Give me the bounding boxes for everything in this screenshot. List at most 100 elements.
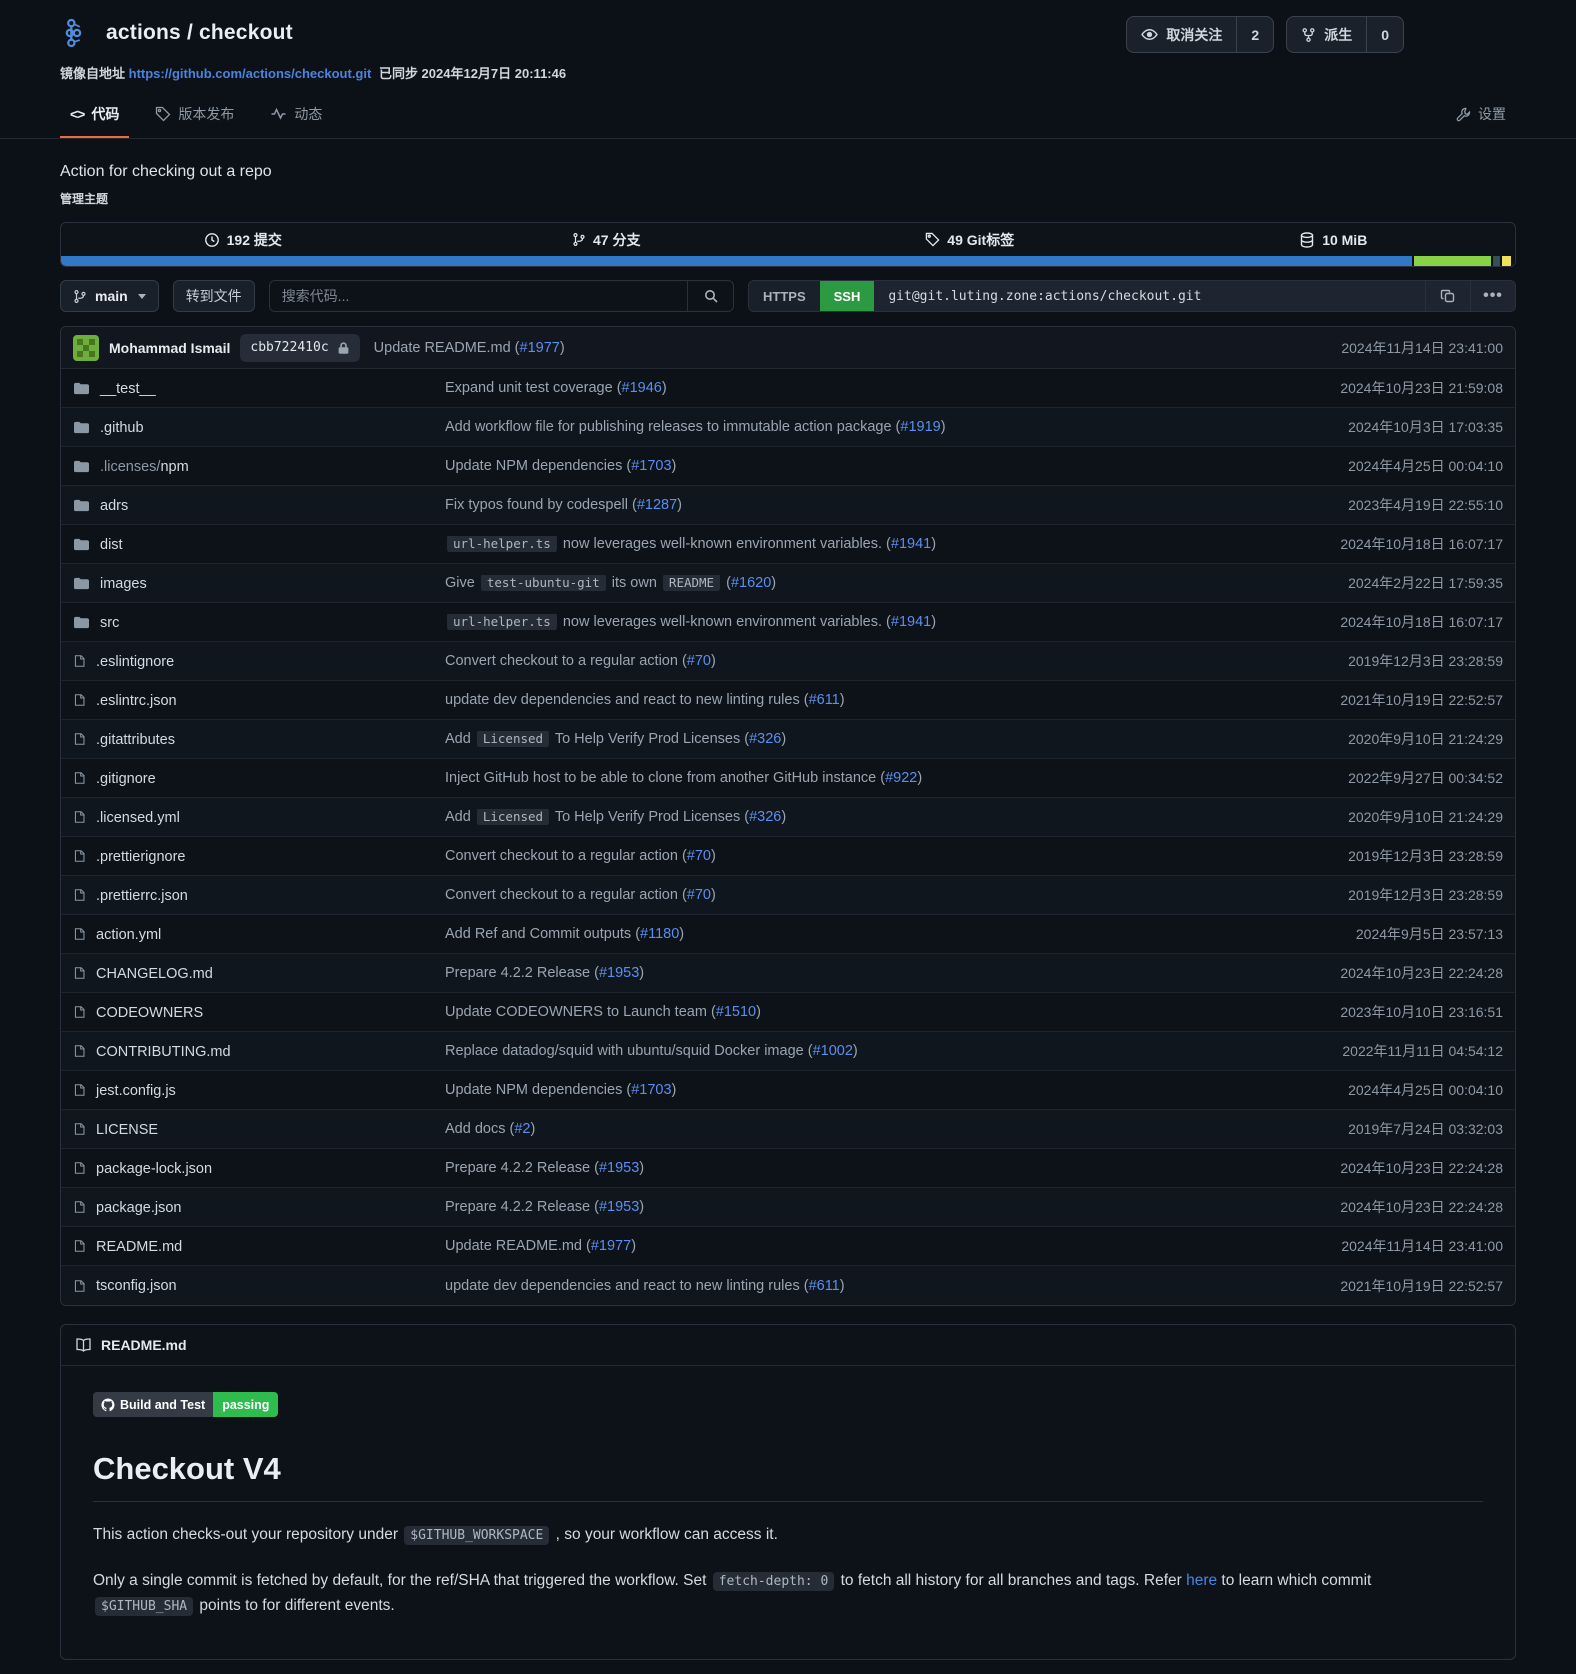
search-button[interactable] (687, 281, 733, 311)
clone-url-input[interactable] (874, 281, 1425, 311)
file-name-link[interactable]: CONTRIBUTING.md (96, 1044, 231, 1060)
issue-link[interactable]: #1703 (631, 1082, 671, 1098)
copy-clone-url-button[interactable] (1425, 281, 1470, 311)
file-row[interactable]: CONTRIBUTING.md Replace datadog/squid wi… (61, 1032, 1515, 1071)
file-row[interactable]: CODEOWNERS Update CODEOWNERS to Launch t… (61, 993, 1515, 1032)
file-row[interactable]: .gitignore Inject GitHub host to be able… (61, 759, 1515, 798)
file-name-link[interactable]: .prettierrc.json (96, 888, 188, 904)
commit-author-avatar[interactable] (73, 335, 99, 361)
file-row[interactable]: .eslintrc.json update dev dependencies a… (61, 681, 1515, 720)
file-row[interactable]: __test__ Expand unit test coverage (#194… (61, 369, 1515, 408)
language-bar[interactable] (61, 256, 1515, 266)
tab-settings[interactable]: 设置 (1446, 96, 1516, 138)
issue-link[interactable]: #326 (749, 731, 781, 747)
file-name-link[interactable]: .eslintrc.json (96, 693, 177, 709)
file-name-link[interactable]: __test__ (100, 381, 156, 397)
issue-link[interactable]: #922 (885, 770, 917, 786)
ssh-clone-button[interactable]: SSH (820, 281, 875, 311)
file-row[interactable]: .eslintignore Convert checkout to a regu… (61, 642, 1515, 681)
fork-button[interactable]: 派生 0 (1286, 16, 1404, 53)
file-name-link[interactable]: .prettierignore (96, 849, 185, 865)
issue-link[interactable]: #1620 (731, 575, 771, 591)
issue-link[interactable]: #1953 (599, 1199, 639, 1215)
issue-link[interactable]: #1941 (891, 614, 931, 630)
issue-link[interactable]: #1977 (591, 1238, 631, 1254)
file-name-link[interactable]: CODEOWNERS (96, 1005, 203, 1021)
unwatch-button[interactable]: 取消关注 2 (1126, 16, 1274, 53)
issue-link[interactable]: #326 (749, 809, 781, 825)
goto-file-button[interactable]: 转到文件 (173, 280, 255, 312)
watchers-count[interactable]: 2 (1236, 17, 1273, 52)
file-row[interactable]: .prettierignore Convert checkout to a re… (61, 837, 1515, 876)
file-row[interactable]: CHANGELOG.md Prepare 4.2.2 Release (#195… (61, 954, 1515, 993)
file-name-link[interactable]: .gitignore (96, 771, 156, 787)
more-clone-options-button[interactable]: ••• (1470, 281, 1515, 311)
commit-hash-chip[interactable]: cbb722410c (240, 334, 359, 362)
file-name-link[interactable]: .licensed.yml (96, 810, 180, 826)
file-name-link[interactable]: LICENSE (96, 1122, 158, 1138)
issue-link[interactable]: #70 (687, 653, 711, 669)
repo-title[interactable]: actions / checkout (106, 21, 293, 45)
issue-link[interactable]: #1946 (622, 380, 662, 396)
issue-link[interactable]: #1180 (640, 926, 679, 942)
file-row[interactable]: package.json Prepare 4.2.2 Release (#195… (61, 1188, 1515, 1227)
file-name-link[interactable]: .gitattributes (96, 732, 175, 748)
file-name-link[interactable]: package.json (96, 1200, 181, 1216)
issue-link[interactable]: #1953 (599, 965, 639, 981)
issue-link[interactable]: #1703 (631, 458, 671, 474)
issue-link[interactable]: #1977 (520, 340, 560, 356)
branch-selector[interactable]: main (60, 280, 159, 312)
tags-stat[interactable]: 49 Git标签 (788, 223, 1152, 256)
https-clone-button[interactable]: HTTPS (749, 281, 820, 311)
issue-link[interactable]: #611 (809, 692, 840, 708)
file-name-link[interactable]: package-lock.json (96, 1161, 212, 1177)
file-row[interactable]: images Give test-ubuntu-git its own READ… (61, 564, 1515, 603)
issue-link[interactable]: #1002 (813, 1043, 853, 1059)
issue-link[interactable]: #70 (687, 848, 711, 864)
commit-author-name[interactable]: Mohammad Ismail (109, 340, 230, 356)
file-row[interactable]: jest.config.js Update NPM dependencies (… (61, 1071, 1515, 1110)
branches-stat[interactable]: 47 分支 (425, 223, 789, 256)
file-row[interactable]: .github Add workflow file for publishing… (61, 408, 1515, 447)
issue-link[interactable]: #1287 (637, 497, 677, 513)
file-name-link[interactable]: .github (100, 420, 144, 436)
file-row[interactable]: README.md Update README.md (#1977) 2024年… (61, 1227, 1515, 1266)
file-name-link[interactable]: .eslintignore (96, 654, 174, 670)
issue-link[interactable]: #70 (687, 887, 711, 903)
tab-releases[interactable]: 版本发布 (145, 96, 244, 138)
size-stat[interactable]: 10 MiB (1152, 223, 1516, 256)
file-row[interactable]: tsconfig.json update dev dependencies an… (61, 1266, 1515, 1305)
file-name-link[interactable]: jest.config.js (96, 1083, 176, 1099)
file-row[interactable]: action.yml Add Ref and Commit outputs (#… (61, 915, 1515, 954)
file-row[interactable]: .prettierrc.json Convert checkout to a r… (61, 876, 1515, 915)
mirror-url-link[interactable]: https://github.com/actions/checkout.git (129, 66, 372, 81)
file-row[interactable]: adrs Fix typos found by codespell (#1287… (61, 486, 1515, 525)
file-name-link[interactable]: CHANGELOG.md (96, 966, 213, 982)
file-row[interactable]: .licenses/npm Update NPM dependencies (#… (61, 447, 1515, 486)
manage-topics-link[interactable]: 管理主题 (60, 181, 1516, 207)
file-row[interactable]: src url-helper.ts now leverages well-kno… (61, 603, 1515, 642)
issue-link[interactable]: #1510 (716, 1004, 756, 1020)
tab-code[interactable]: <> 代码 (60, 96, 129, 138)
file-name-link[interactable]: action.yml (96, 927, 161, 943)
file-row[interactable]: dist url-helper.ts now leverages well-kn… (61, 525, 1515, 564)
file-row[interactable]: LICENSE Add docs (#2) 2019年7月24日 03:32:0… (61, 1110, 1515, 1149)
file-name-link[interactable]: dist (100, 537, 123, 553)
file-row[interactable]: .gitattributes Add Licensed To Help Veri… (61, 720, 1515, 759)
issue-link[interactable]: #2 (514, 1121, 530, 1137)
issue-link[interactable]: #611 (809, 1278, 840, 1294)
file-name-link[interactable]: adrs (100, 498, 128, 514)
issue-link[interactable]: #1953 (599, 1160, 639, 1176)
file-name-link[interactable]: src (100, 615, 119, 631)
file-row[interactable]: .licensed.yml Add Licensed To Help Verif… (61, 798, 1515, 837)
build-status-badge[interactable]: Build and Test passing (93, 1392, 278, 1417)
file-name-link[interactable]: npm (160, 459, 188, 475)
issue-link[interactable]: here (1186, 1572, 1217, 1589)
file-name-link[interactable]: images (100, 576, 147, 592)
issue-link[interactable]: #1941 (891, 536, 931, 552)
commits-stat[interactable]: 192 提交 (61, 223, 425, 256)
issue-link[interactable]: #1919 (900, 419, 940, 435)
file-name-link[interactable]: tsconfig.json (96, 1278, 177, 1294)
file-row[interactable]: package-lock.json Prepare 4.2.2 Release … (61, 1149, 1515, 1188)
file-name-link[interactable]: README.md (96, 1239, 182, 1255)
